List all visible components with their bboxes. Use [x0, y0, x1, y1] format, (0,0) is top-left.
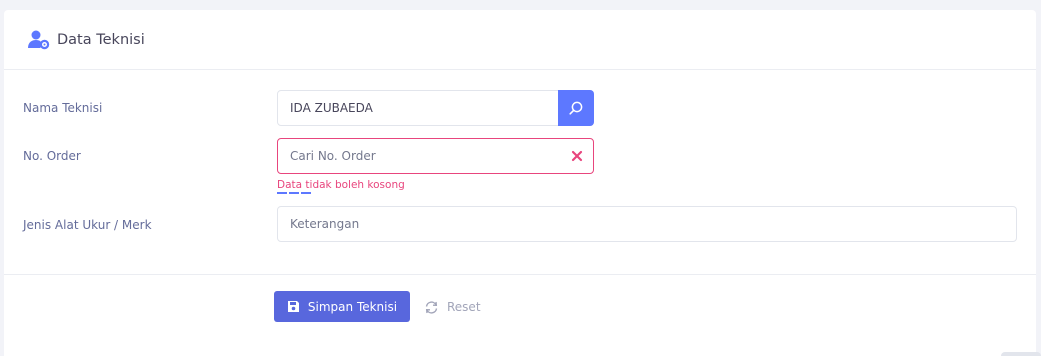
- save-button-label: Simpan Teknisi: [307, 299, 398, 314]
- form-divider: [4, 274, 1036, 275]
- search-button[interactable]: [558, 90, 594, 126]
- nama-teknisi-label: Nama Teknisi: [23, 101, 103, 115]
- no-order-error: Data tidak boleh kosong: [277, 179, 405, 191]
- reset-button-label: Reset: [447, 300, 481, 314]
- nama-teknisi-field: [277, 90, 594, 126]
- user-gear-icon: [28, 30, 50, 50]
- error-indicator: [277, 192, 313, 194]
- jenis-alat-field: [277, 206, 1017, 242]
- jenis-alat-label: Jenis Alat Ukur / Merk: [23, 218, 152, 232]
- page-title: Data Teknisi: [57, 32, 145, 48]
- save-button[interactable]: Simpan Teknisi: [274, 291, 410, 322]
- scroll-indicator: [1001, 352, 1041, 356]
- save-icon: [287, 301, 299, 312]
- card-header: Data Teknisi: [4, 10, 1036, 70]
- no-order-field: [277, 138, 594, 174]
- no-order-input[interactable]: [278, 139, 558, 173]
- search-icon: [569, 101, 583, 115]
- close-icon[interactable]: [571, 150, 583, 162]
- nama-teknisi-input[interactable]: [278, 91, 558, 125]
- reset-button[interactable]: Reset: [424, 297, 481, 317]
- data-teknisi-card: Data Teknisi Nama Teknisi No. Order Data…: [4, 10, 1036, 356]
- refresh-icon: [425, 300, 438, 314]
- jenis-alat-input[interactable]: [278, 207, 1016, 241]
- no-order-label: No. Order: [23, 149, 81, 163]
